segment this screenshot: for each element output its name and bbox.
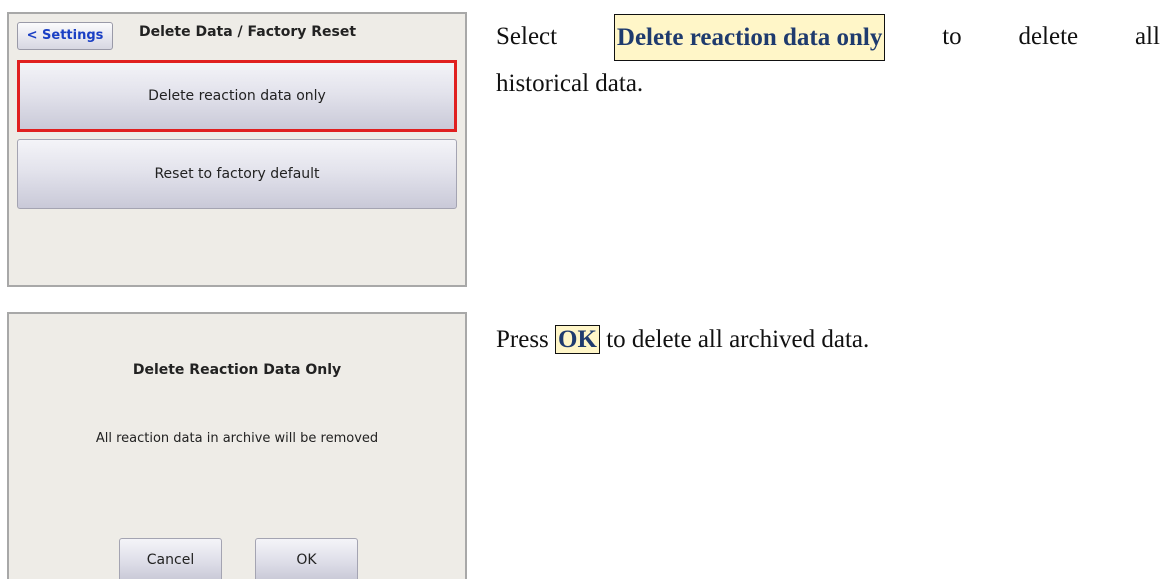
instruction-text: to delete all archived data. [606,326,870,353]
instruction-line: historical data. [496,70,644,97]
delete-reaction-data-button[interactable]: Delete reaction data only [17,61,457,131]
instruction-keyword: OK [555,325,600,354]
instruction-keyword: Delete reaction data only [613,14,886,61]
screen-title: Delete Data / Factory Reset [139,24,357,40]
screen-header: < Settings Delete Data / Factory Reset [9,14,465,56]
settings-back-button[interactable]: < Settings [17,22,113,50]
instruction-word: all [1134,23,1160,50]
instruction-word: Press [496,326,549,353]
dialog-title: Delete Reaction Data Only [132,362,342,378]
dialog-message: All reaction data in archive will be rem… [95,431,379,446]
ok-button[interactable]: OK [255,538,358,579]
instruction-line: Select Delete reaction data only to dele… [496,14,1160,61]
delete-data-screen: < Settings Delete Data / Factory Reset D… [7,12,467,287]
reset-factory-default-button[interactable]: Reset to factory default [17,139,457,209]
delete-confirm-dialog: Delete Reaction Data Only All reaction d… [7,312,467,579]
cancel-button[interactable]: Cancel [119,538,222,579]
instruction-press: Press OK to delete all archived data. [496,317,1160,362]
instruction-select: Select Delete reaction data only to dele… [496,14,1160,106]
instruction-word: to [942,23,962,50]
instruction-word: Select [496,23,558,50]
instruction-word: delete [1018,23,1079,50]
